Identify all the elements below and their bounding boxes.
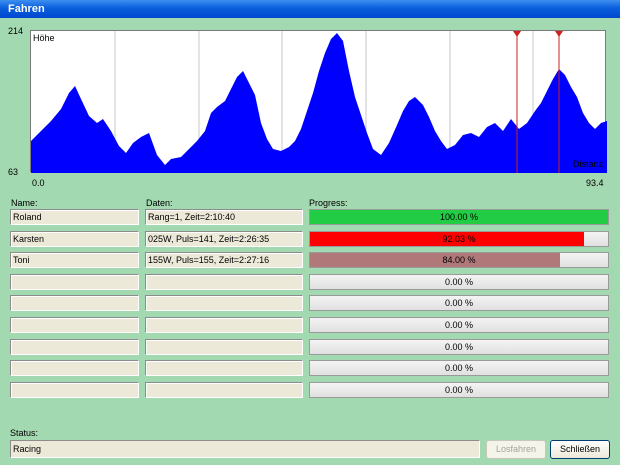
rider-progress-bar: 100.00 % (309, 209, 609, 225)
rider-marker-triangle (513, 31, 521, 37)
rider-progress-bar: 0.00 % (309, 339, 609, 355)
y-axis-title: Höhe (33, 33, 55, 43)
status-label: Status: (10, 428, 39, 438)
name-column-header: Name: (11, 198, 38, 208)
rider-name-field: Karsten (10, 231, 139, 247)
rider-data-field (145, 317, 303, 333)
progress-text: 0.00 % (444, 363, 474, 373)
rider-marker-triangle (555, 31, 563, 37)
rider-data-field (145, 360, 303, 376)
rider-name-field: Roland (10, 209, 139, 225)
close-button[interactable]: Schließen (550, 440, 610, 459)
x-axis-max-label: 93.4 (586, 178, 604, 188)
start-button[interactable]: Losfahren (486, 440, 546, 459)
rider-progress-bar: 0.00 % (309, 382, 609, 398)
progress-column-header: Progress: (309, 198, 348, 208)
progress-text: 0.00 % (444, 298, 474, 308)
rider-progress-bar: 84.00 % (309, 252, 609, 268)
y-axis-max-label: 214 (8, 26, 24, 36)
progress-text: 92.03 % (442, 234, 476, 244)
progress-text: 100.00 % (439, 212, 479, 222)
rider-data-field: Rang=1, Zeit=2:10:40 (145, 209, 303, 225)
rider-name-field (10, 382, 139, 398)
rider-name-field: Toni (10, 252, 139, 268)
rider-data-field (145, 274, 303, 290)
rider-progress-bar: 0.00 % (309, 274, 609, 290)
elevation-area (31, 33, 607, 173)
rider-name-field (10, 274, 139, 290)
rider-name-field (10, 360, 139, 376)
data-column-header: Daten: (146, 198, 173, 208)
rider-data-field: 155W, Puls=155, Zeit=2:27:16 (145, 252, 303, 268)
progress-text: 84.00 % (442, 255, 476, 265)
elevation-chart: Höhe Distanz (30, 30, 607, 173)
elevation-chart-svg (31, 31, 607, 173)
status-field: Racing (10, 440, 480, 458)
progress-text: 0.00 % (444, 385, 474, 395)
rider-data-field (145, 295, 303, 311)
rider-progress-bar: 92.03 % (309, 231, 609, 247)
window-title: Fahren (0, 0, 620, 18)
x-axis-min-label: 0.0 (32, 178, 45, 188)
rider-name-field (10, 339, 139, 355)
progress-text: 0.00 % (444, 342, 474, 352)
rider-name-field (10, 317, 139, 333)
rider-name-field (10, 295, 139, 311)
rider-progress-bar: 0.00 % (309, 317, 609, 333)
y-axis-min-label: 63 (8, 167, 19, 177)
rider-data-field: 025W, Puls=141, Zeit=2:26:35 (145, 231, 303, 247)
rider-data-field (145, 339, 303, 355)
x-axis-title: Distanz (572, 159, 603, 169)
progress-text: 0.00 % (444, 320, 474, 330)
rider-progress-bar: 0.00 % (309, 360, 609, 376)
rider-progress-bar: 0.00 % (309, 295, 609, 311)
rider-data-field (145, 382, 303, 398)
progress-text: 0.00 % (444, 277, 474, 287)
